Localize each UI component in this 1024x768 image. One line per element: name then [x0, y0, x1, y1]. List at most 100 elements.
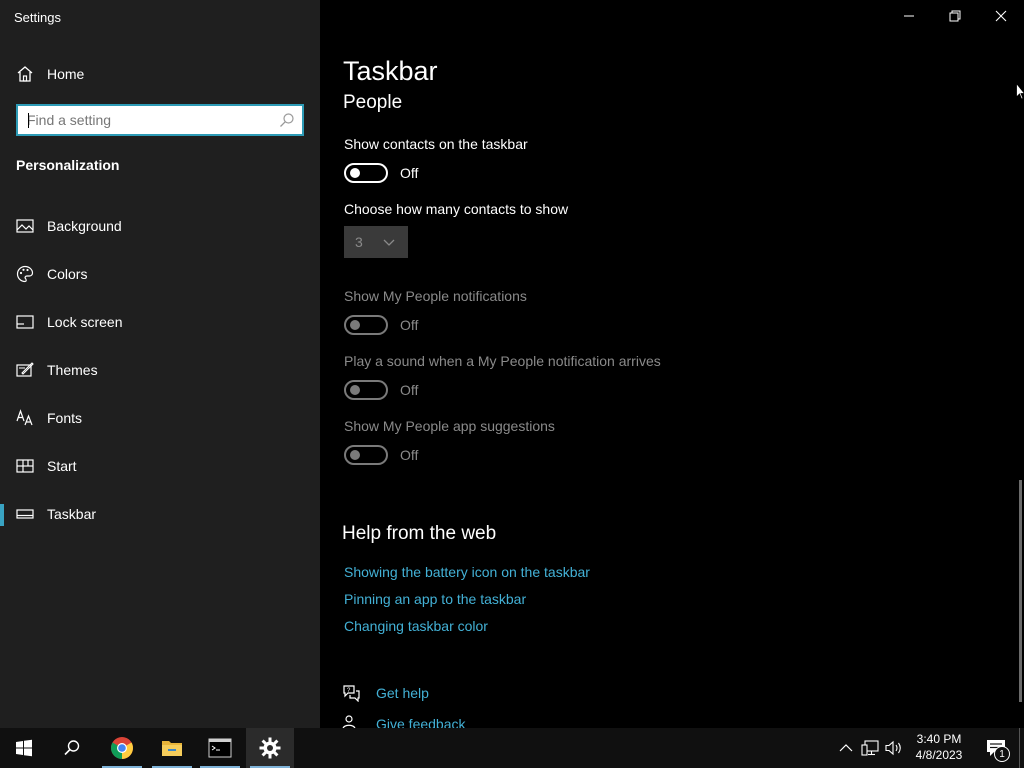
toggle-knob	[350, 320, 360, 330]
toggle-knob	[350, 385, 360, 395]
sidebar-item-label: Themes	[47, 362, 98, 378]
sidebar-item-label: Fonts	[47, 410, 83, 426]
restore-icon	[949, 10, 961, 22]
chrome-taskbar-button[interactable]	[98, 728, 146, 768]
windows-logo-icon	[16, 739, 32, 757]
content-scrollbar[interactable]	[1019, 480, 1022, 702]
fonts-icon	[16, 409, 33, 426]
app-suggestions-label: Show My People app suggestions	[344, 418, 555, 434]
toggle-knob	[350, 450, 360, 460]
chevron-up-icon	[839, 744, 853, 752]
taskbar-search-button[interactable]	[48, 728, 96, 768]
volume-tray-button[interactable]	[884, 738, 904, 758]
notification-sound-toggle[interactable]	[344, 380, 388, 400]
settings-taskbar-button[interactable]	[246, 728, 294, 768]
people-notifications-label: Show My People notifications	[344, 288, 527, 304]
toggle-state-text: Off	[400, 447, 419, 463]
notification-sound-toggle-row[interactable]: Off	[344, 380, 418, 400]
home-nav-item[interactable]: Home	[16, 64, 84, 84]
taskbar: 3:40 PM 4/8/2023 1	[0, 728, 1024, 768]
people-notifications-toggle-row[interactable]: Off	[344, 315, 418, 335]
network-icon	[861, 740, 879, 756]
file-explorer-icon	[162, 741, 182, 756]
file-explorer-taskbar-button[interactable]	[148, 728, 196, 768]
sidebar-item-label: Background	[47, 218, 122, 234]
search-icon[interactable]	[279, 112, 295, 128]
contacts-count-dropdown[interactable]: 3	[344, 226, 408, 258]
picture-icon	[16, 219, 34, 233]
sidebar-item-themes[interactable]: Themes	[0, 346, 320, 394]
chrome-icon	[111, 737, 133, 759]
search-setting-box[interactable]	[16, 104, 304, 136]
text-caret	[28, 113, 29, 128]
sidebar-item-label: Taskbar	[47, 506, 97, 522]
help-link-pinning-app[interactable]: Pinning an app to the taskbar	[344, 591, 526, 607]
toggle-state-text: Off	[400, 165, 419, 181]
search-input[interactable]	[18, 106, 279, 134]
sidebar-item-label: Colors	[47, 266, 88, 282]
get-help-label: Get help	[376, 685, 429, 701]
close-button[interactable]	[978, 0, 1024, 32]
settings-content: Taskbar People Show contacts on the task…	[320, 0, 1024, 732]
terminal-icon	[208, 738, 232, 758]
dropdown-value: 3	[355, 234, 363, 250]
help-link-battery-icon[interactable]: Showing the battery icon on the taskbar	[344, 564, 590, 580]
people-notifications-toggle[interactable]	[344, 315, 388, 335]
window-title: Settings	[14, 10, 61, 25]
minimize-icon	[904, 15, 914, 17]
volume-icon	[885, 740, 901, 756]
start-button[interactable]	[0, 728, 48, 768]
selection-indicator	[0, 504, 4, 526]
settings-gear-icon	[259, 737, 281, 759]
clock-date: 4/8/2023	[915, 748, 963, 762]
home-label: Home	[47, 66, 85, 82]
palette-icon	[16, 265, 34, 283]
page-title: Taskbar	[343, 56, 438, 86]
notification-sound-label: Play a sound when a My People notificati…	[344, 353, 661, 369]
mouse-cursor-icon	[1016, 83, 1024, 100]
chevron-down-icon	[383, 239, 395, 246]
sidebar-item-label: Lock screen	[47, 314, 123, 330]
close-icon	[995, 10, 1007, 22]
get-help-icon: ?	[343, 685, 360, 702]
settings-sidebar: Settings Home Personalization Background	[0, 0, 320, 728]
sidebar-item-label: Start	[47, 458, 77, 474]
show-contacts-toggle[interactable]	[344, 163, 388, 183]
toggle-state-text: Off	[400, 382, 419, 398]
people-group-title: People	[343, 92, 403, 113]
sidebar-nav: Background Colors Lock screen Themes Fon…	[0, 202, 320, 538]
help-section-title: Help from the web	[342, 523, 497, 544]
start-icon	[16, 459, 34, 473]
themes-icon	[16, 362, 34, 377]
lock-screen-icon	[16, 315, 34, 329]
action-center-button[interactable]: 1	[976, 728, 1016, 768]
minimize-button[interactable]	[886, 0, 932, 32]
app-suggestions-toggle-row[interactable]: Off	[344, 445, 418, 465]
sidebar-item-background[interactable]: Background	[0, 202, 320, 250]
toggle-state-text: Off	[400, 317, 419, 333]
restore-button[interactable]	[932, 0, 978, 32]
search-icon	[64, 740, 80, 756]
contacts-count-label: Choose how many contacts to show	[344, 201, 569, 217]
toggle-knob	[350, 168, 360, 178]
show-contacts-label: Show contacts on the taskbar	[344, 136, 528, 152]
taskbar-clock[interactable]: 3:40 PM 4/8/2023	[910, 731, 968, 763]
app-suggestions-toggle[interactable]	[344, 445, 388, 465]
section-title: Personalization	[16, 157, 120, 173]
show-desktop-button[interactable]	[1019, 728, 1020, 768]
terminal-taskbar-button[interactable]	[196, 728, 244, 768]
taskbar-icon	[16, 509, 34, 519]
sidebar-item-start[interactable]: Start	[0, 442, 320, 490]
sidebar-item-fonts[interactable]: Fonts	[0, 394, 320, 442]
sidebar-item-colors[interactable]: Colors	[0, 250, 320, 298]
show-contacts-toggle-row[interactable]: Off	[344, 163, 418, 183]
notification-count-badge: 1	[994, 746, 1010, 762]
home-icon	[17, 66, 33, 82]
show-hidden-icons-button[interactable]	[836, 738, 856, 758]
sidebar-item-taskbar[interactable]: Taskbar	[0, 490, 320, 538]
help-link-taskbar-color[interactable]: Changing taskbar color	[344, 618, 488, 634]
sidebar-item-lock-screen[interactable]: Lock screen	[0, 298, 320, 346]
clock-time: 3:40 PM	[916, 732, 962, 746]
get-help-link[interactable]: ? Get help	[342, 684, 429, 702]
network-tray-button[interactable]	[860, 738, 880, 758]
